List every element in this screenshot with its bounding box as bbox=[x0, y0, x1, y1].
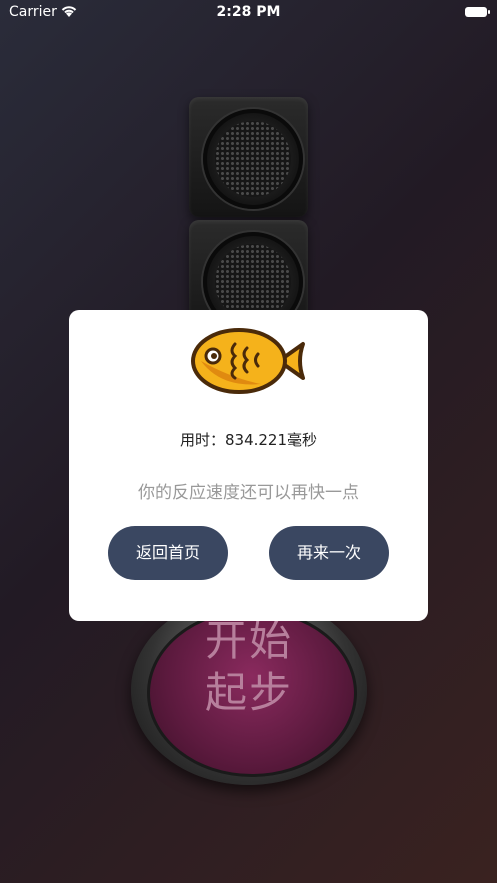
start-label-line2: 起步 bbox=[204, 668, 293, 717]
traffic-light-top bbox=[189, 97, 308, 217]
elapsed-time-label: 用时：834.221毫秒 bbox=[179, 431, 318, 449]
battery-icon bbox=[465, 7, 490, 17]
result-dialog: 用时：834.221毫秒 你的反应速度还可以再快一点 返回首页 再来一次 bbox=[69, 310, 428, 621]
retry-button[interactable]: 再来一次 bbox=[269, 526, 389, 580]
fish-icon bbox=[191, 326, 306, 396]
status-bar: Carrier 2:28 PM bbox=[0, 0, 497, 26]
result-message: 你的反应速度还可以再快一点 bbox=[138, 483, 359, 503]
lamp-top bbox=[203, 109, 303, 209]
start-button-label: 开始 起步 bbox=[131, 615, 367, 719]
status-time: 2:28 PM bbox=[216, 4, 281, 20]
start-label-line1: 开始 bbox=[204, 616, 293, 665]
start-button[interactable]: 开始 起步 bbox=[131, 595, 367, 785]
home-button[interactable]: 返回首页 bbox=[108, 526, 228, 580]
